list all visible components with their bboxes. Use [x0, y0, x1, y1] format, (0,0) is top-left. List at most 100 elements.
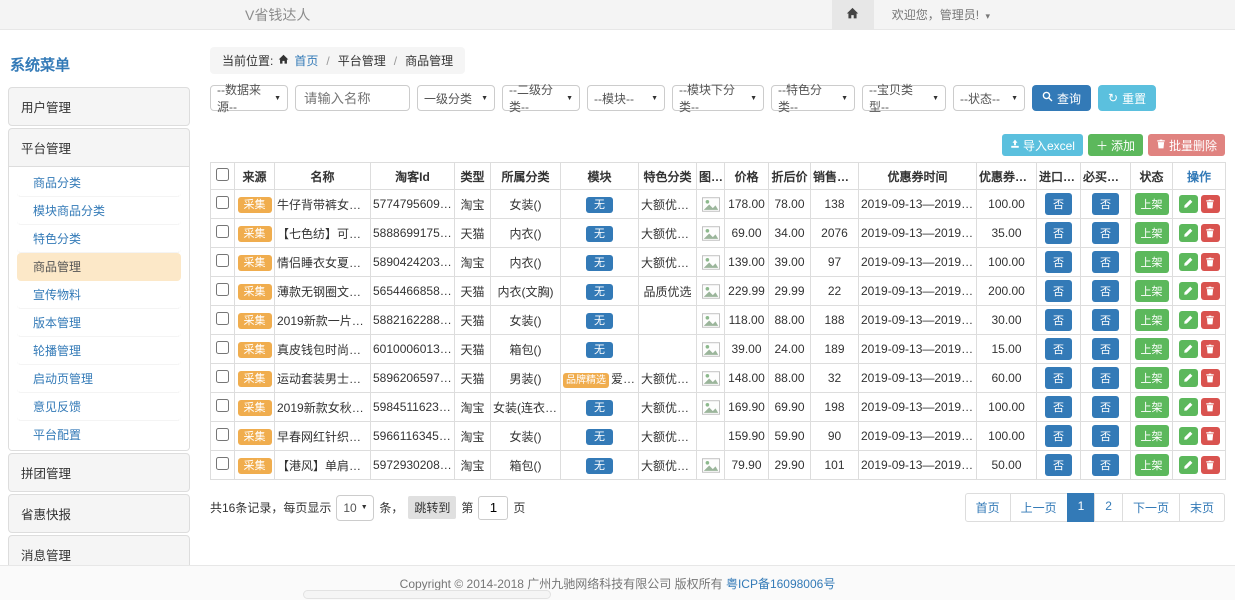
- delete-button[interactable]: [1201, 282, 1220, 300]
- delete-button[interactable]: [1201, 253, 1220, 271]
- delete-button[interactable]: [1201, 369, 1220, 387]
- status-toggle[interactable]: 上架: [1135, 193, 1169, 215]
- import-select-toggle[interactable]: 否: [1045, 222, 1072, 244]
- row-checkbox[interactable]: [216, 428, 229, 441]
- status-toggle[interactable]: 上架: [1135, 367, 1169, 389]
- edit-button[interactable]: [1179, 427, 1198, 445]
- edit-button[interactable]: [1179, 311, 1198, 329]
- import-excel-button[interactable]: 导入excel: [1002, 134, 1083, 156]
- module-none-badge[interactable]: 无: [586, 429, 613, 445]
- must-buy-toggle[interactable]: 否: [1092, 309, 1119, 331]
- must-buy-toggle[interactable]: 否: [1092, 454, 1119, 476]
- must-buy-toggle[interactable]: 否: [1092, 222, 1119, 244]
- pager-button-5[interactable]: 末页: [1179, 493, 1225, 522]
- row-checkbox[interactable]: [216, 341, 229, 354]
- sidebar-item-1-7[interactable]: 启动页管理: [17, 365, 181, 393]
- module-none-badge[interactable]: 无: [586, 284, 613, 300]
- sidebar-item-1-6[interactable]: 轮播管理: [17, 337, 181, 365]
- pager-button-1[interactable]: 上一页: [1010, 493, 1068, 522]
- import-select-toggle[interactable]: 否: [1045, 396, 1072, 418]
- module-none-badge[interactable]: 无: [586, 342, 613, 358]
- sidebar-item-1-8[interactable]: 意见反馈: [17, 393, 181, 421]
- page-number-input[interactable]: [478, 496, 508, 520]
- module-none-badge[interactable]: 无: [586, 255, 613, 271]
- item-type-select[interactable]: --宝贝类型--▼: [862, 85, 946, 111]
- sidebar-item-1-9[interactable]: 平台配置: [17, 421, 181, 448]
- batch-delete-button[interactable]: 批量删除: [1148, 134, 1225, 156]
- import-select-toggle[interactable]: 否: [1045, 367, 1072, 389]
- row-checkbox[interactable]: [216, 399, 229, 412]
- status-toggle[interactable]: 上架: [1135, 222, 1169, 244]
- edit-button[interactable]: [1179, 398, 1198, 416]
- sidebar-item-1-0[interactable]: 商品分类: [17, 169, 181, 197]
- row-checkbox[interactable]: [216, 457, 229, 470]
- pager-button-0[interactable]: 首页: [965, 493, 1011, 522]
- reset-button[interactable]: ↻重置: [1098, 85, 1156, 111]
- status-toggle[interactable]: 上架: [1135, 280, 1169, 302]
- data-source-select[interactable]: --数据来源--▼: [210, 85, 288, 111]
- per-page-select[interactable]: 10 ▼: [336, 495, 374, 521]
- row-checkbox[interactable]: [216, 283, 229, 296]
- must-buy-toggle[interactable]: 否: [1092, 193, 1119, 215]
- edit-button[interactable]: [1179, 369, 1198, 387]
- status-toggle[interactable]: 上架: [1135, 251, 1169, 273]
- import-select-toggle[interactable]: 否: [1045, 280, 1072, 302]
- must-buy-toggle[interactable]: 否: [1092, 280, 1119, 302]
- delete-button[interactable]: [1201, 456, 1220, 474]
- user-menu[interactable]: 欢迎您，管理员! ▾: [874, 6, 990, 23]
- import-select-toggle[interactable]: 否: [1045, 454, 1072, 476]
- icp-link[interactable]: 粤ICP备16098006号: [726, 575, 835, 592]
- edit-button[interactable]: [1179, 282, 1198, 300]
- status-toggle[interactable]: 上架: [1135, 396, 1169, 418]
- delete-button[interactable]: [1201, 427, 1220, 445]
- select-all-checkbox[interactable]: [216, 168, 229, 181]
- delete-button[interactable]: [1201, 398, 1220, 416]
- import-select-toggle[interactable]: 否: [1045, 309, 1072, 331]
- must-buy-toggle[interactable]: 否: [1092, 367, 1119, 389]
- category1-select[interactable]: 一级分类▼: [417, 85, 495, 111]
- row-checkbox[interactable]: [216, 312, 229, 325]
- sidebar-item-1-1[interactable]: 模块商品分类: [17, 197, 181, 225]
- jump-to-button[interactable]: 跳转到: [408, 496, 456, 519]
- must-buy-toggle[interactable]: 否: [1092, 396, 1119, 418]
- edit-button[interactable]: [1179, 195, 1198, 213]
- feature-select[interactable]: --特色分类--▼: [771, 85, 855, 111]
- edit-button[interactable]: [1179, 456, 1198, 474]
- must-buy-toggle[interactable]: 否: [1092, 251, 1119, 273]
- delete-button[interactable]: [1201, 311, 1220, 329]
- delete-button[interactable]: [1201, 340, 1220, 358]
- breadcrumb-home-link[interactable]: 首页: [294, 52, 318, 69]
- module-select[interactable]: --模块--▼: [587, 85, 665, 111]
- module-none-badge[interactable]: 无: [586, 313, 613, 329]
- home-button[interactable]: [832, 0, 874, 29]
- row-checkbox[interactable]: [216, 254, 229, 267]
- sidebar-group-3[interactable]: 省惠快报: [9, 495, 189, 532]
- row-checkbox[interactable]: [216, 370, 229, 383]
- must-buy-toggle[interactable]: 否: [1092, 338, 1119, 360]
- add-button[interactable]: ＋ 添加: [1088, 134, 1143, 156]
- import-select-toggle[interactable]: 否: [1045, 251, 1072, 273]
- delete-button[interactable]: [1201, 195, 1220, 213]
- edit-button[interactable]: [1179, 340, 1198, 358]
- status-toggle[interactable]: 上架: [1135, 309, 1169, 331]
- pager-button-3[interactable]: 2: [1094, 493, 1123, 522]
- sidebar-group-0[interactable]: 用户管理: [9, 88, 189, 125]
- edit-button[interactable]: [1179, 253, 1198, 271]
- status-select[interactable]: --状态--▼: [953, 85, 1025, 111]
- module-none-badge[interactable]: 无: [586, 197, 613, 213]
- sidebar-item-1-5[interactable]: 版本管理: [17, 309, 181, 337]
- category2-select[interactable]: --二级分类--▼: [502, 85, 580, 111]
- module-none-badge[interactable]: 无: [586, 226, 613, 242]
- module-none-badge[interactable]: 无: [586, 458, 613, 474]
- sidebar-group-2[interactable]: 拼团管理: [9, 454, 189, 491]
- edit-button[interactable]: [1179, 224, 1198, 242]
- import-select-toggle[interactable]: 否: [1045, 425, 1072, 447]
- status-toggle[interactable]: 上架: [1135, 454, 1169, 476]
- sidebar-item-1-3[interactable]: 商品管理: [17, 253, 181, 281]
- search-button[interactable]: 查询: [1032, 85, 1091, 111]
- import-select-toggle[interactable]: 否: [1045, 338, 1072, 360]
- delete-button[interactable]: [1201, 224, 1220, 242]
- import-select-toggle[interactable]: 否: [1045, 193, 1072, 215]
- module-none-badge[interactable]: 无: [586, 400, 613, 416]
- module-sub-select[interactable]: --模块下分类--▼: [672, 85, 764, 111]
